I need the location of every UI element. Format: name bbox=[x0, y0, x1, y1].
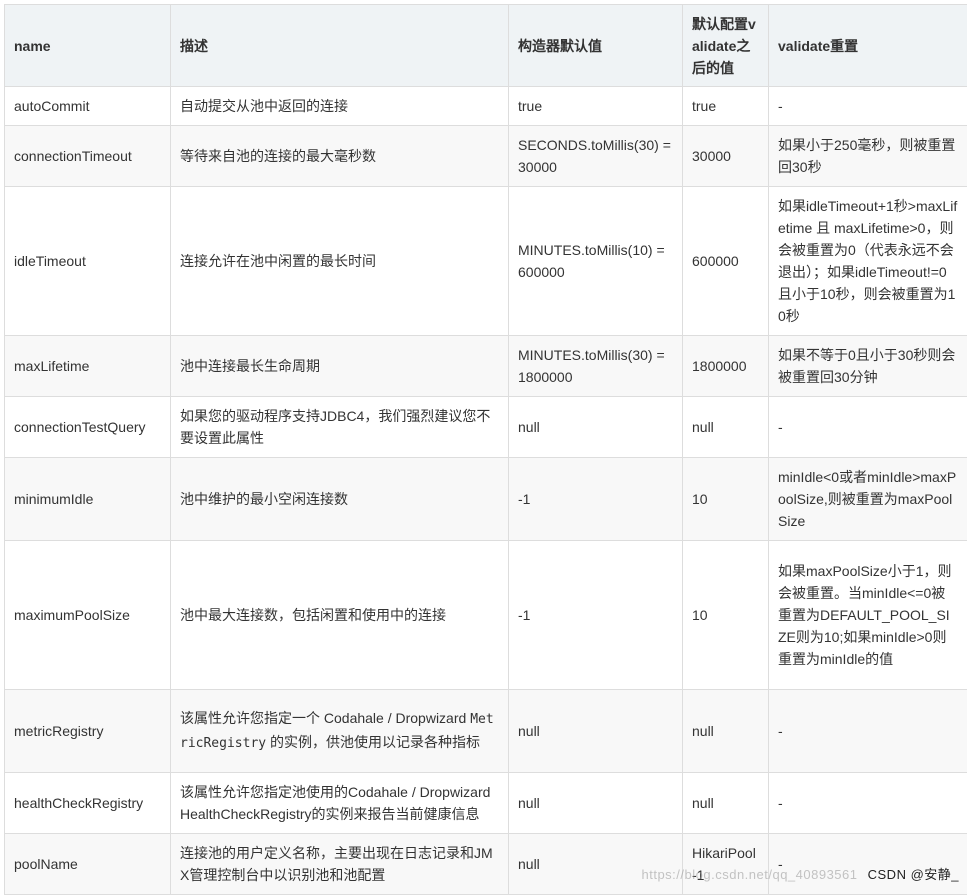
cell-name: autoCommit bbox=[5, 87, 171, 126]
description-text-suffix: 的实例，供池使用以记录各种指标 bbox=[266, 734, 480, 750]
cell-description: 自动提交从池中返回的连接 bbox=[171, 87, 509, 126]
cell-validated-value: 600000 bbox=[683, 187, 769, 336]
cell-description: 该属性允许您指定一个 Codahale / Dropwizard MetricR… bbox=[171, 690, 509, 773]
cell-validated-value: 30000 bbox=[683, 126, 769, 187]
table-row: minimumIdle 池中维护的最小空闲连接数 -1 10 minIdle<0… bbox=[5, 458, 967, 541]
table-row: poolName 连接池的用户定义名称，主要出现在日志记录和JMX管理控制台中以… bbox=[5, 834, 967, 895]
cell-description: 等待来自池的连接的最大毫秒数 bbox=[171, 126, 509, 187]
cell-validate-reset: 如果maxPoolSize小于1，则会被重置。当minIdle<=0被重置为DE… bbox=[769, 541, 967, 690]
table-row: maxLifetime 池中连接最长生命周期 MINUTES.toMillis(… bbox=[5, 336, 967, 397]
cell-validated-value: true bbox=[683, 87, 769, 126]
cell-validated-value: HikariPool-1 bbox=[683, 834, 769, 895]
cell-validate-reset: - bbox=[769, 690, 967, 773]
cell-validated-value: 10 bbox=[683, 458, 769, 541]
table-header-row: name 描述 构造器默认值 默认配置validate之后的值 validate… bbox=[5, 5, 967, 87]
cell-description: 连接允许在池中闲置的最长时间 bbox=[171, 187, 509, 336]
cell-description: 池中连接最长生命周期 bbox=[171, 336, 509, 397]
cell-constructor-default: MINUTES.toMillis(30) = 1800000 bbox=[509, 336, 683, 397]
cell-name: maximumPoolSize bbox=[5, 541, 171, 690]
cell-constructor-default: null bbox=[509, 397, 683, 458]
cell-validate-reset: 如果小于250毫秒，则被重置回30秒 bbox=[769, 126, 967, 187]
cell-validate-reset: minIdle<0或者minIdle>maxPoolSize,则被重置为maxP… bbox=[769, 458, 967, 541]
table-row: metricRegistry 该属性允许您指定一个 Codahale / Dro… bbox=[5, 690, 967, 773]
cell-constructor-default: true bbox=[509, 87, 683, 126]
cell-description: 池中最大连接数，包括闲置和使用中的连接 bbox=[171, 541, 509, 690]
cell-description: 池中维护的最小空闲连接数 bbox=[171, 458, 509, 541]
table-row: maximumPoolSize 池中最大连接数，包括闲置和使用中的连接 -1 1… bbox=[5, 541, 967, 690]
table-row: connectionTimeout 等待来自池的连接的最大毫秒数 SECONDS… bbox=[5, 126, 967, 187]
cell-name: metricRegistry bbox=[5, 690, 171, 773]
cell-constructor-default: null bbox=[509, 834, 683, 895]
header-validate-reset: validate重置 bbox=[769, 5, 967, 87]
table-row: healthCheckRegistry 该属性允许您指定池使用的Codahale… bbox=[5, 773, 967, 834]
cell-validate-reset: 如果idleTimeout+1秒>maxLifetime 且 maxLifeti… bbox=[769, 187, 967, 336]
cell-name: connectionTestQuery bbox=[5, 397, 171, 458]
cell-constructor-default: SECONDS.toMillis(30) = 30000 bbox=[509, 126, 683, 187]
cell-name: maxLifetime bbox=[5, 336, 171, 397]
cell-validated-value: null bbox=[683, 690, 769, 773]
table-row: idleTimeout 连接允许在池中闲置的最长时间 MINUTES.toMil… bbox=[5, 187, 967, 336]
header-description: 描述 bbox=[171, 5, 509, 87]
cell-constructor-default: -1 bbox=[509, 458, 683, 541]
table-row: connectionTestQuery 如果您的驱动程序支持JDBC4，我们强烈… bbox=[5, 397, 967, 458]
cell-validate-reset: - bbox=[769, 773, 967, 834]
header-constructor-default: 构造器默认值 bbox=[509, 5, 683, 87]
cell-validate-reset: - bbox=[769, 834, 967, 895]
cell-validated-value: null bbox=[683, 397, 769, 458]
cell-constructor-default: MINUTES.toMillis(10) = 600000 bbox=[509, 187, 683, 336]
cell-name: connectionTimeout bbox=[5, 126, 171, 187]
cell-name: poolName bbox=[5, 834, 171, 895]
cell-description: 该属性允许您指定池使用的Codahale / Dropwizard Health… bbox=[171, 773, 509, 834]
cell-constructor-default: null bbox=[509, 690, 683, 773]
cell-name: minimumIdle bbox=[5, 458, 171, 541]
header-name: name bbox=[5, 5, 171, 87]
header-validated-value: 默认配置validate之后的值 bbox=[683, 5, 769, 87]
cell-description: 如果您的驱动程序支持JDBC4，我们强烈建议您不要设置此属性 bbox=[171, 397, 509, 458]
cell-name: healthCheckRegistry bbox=[5, 773, 171, 834]
table-row: autoCommit 自动提交从池中返回的连接 true true - bbox=[5, 87, 967, 126]
cell-validated-value: 10 bbox=[683, 541, 769, 690]
cell-name: idleTimeout bbox=[5, 187, 171, 336]
cell-validated-value: null bbox=[683, 773, 769, 834]
config-table: name 描述 构造器默认值 默认配置validate之后的值 validate… bbox=[4, 4, 967, 895]
description-text-prefix: 该属性允许您指定一个 Codahale / Dropwizard bbox=[180, 710, 470, 726]
cell-validate-reset: - bbox=[769, 397, 967, 458]
cell-constructor-default: -1 bbox=[509, 541, 683, 690]
cell-validate-reset: 如果不等于0且小于30秒则会被重置回30分钟 bbox=[769, 336, 967, 397]
cell-validate-reset: - bbox=[769, 87, 967, 126]
cell-description: 连接池的用户定义名称，主要出现在日志记录和JMX管理控制台中以识别池和池配置 bbox=[171, 834, 509, 895]
cell-validated-value: 1800000 bbox=[683, 336, 769, 397]
cell-constructor-default: null bbox=[509, 773, 683, 834]
